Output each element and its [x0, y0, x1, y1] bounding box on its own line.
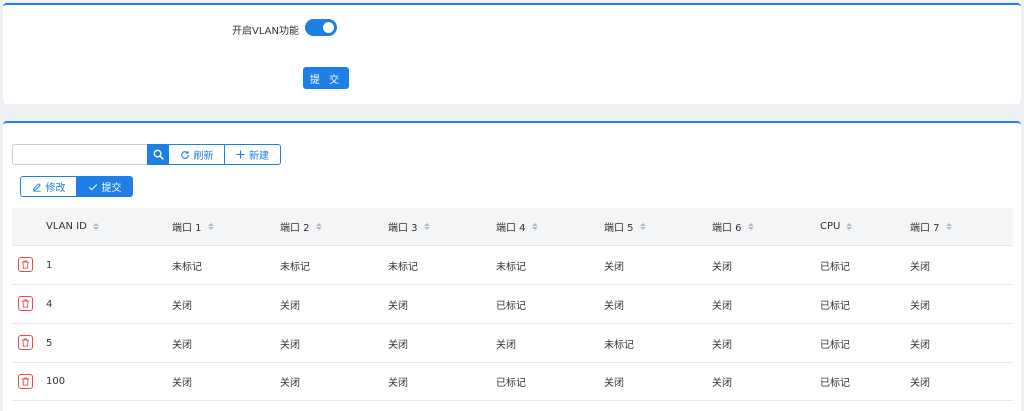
table-cell: 关闭 — [910, 261, 930, 273]
table-cell: 关闭 — [604, 300, 624, 312]
table-cell: 100 — [46, 376, 66, 387]
sort-icon — [846, 223, 853, 230]
table-cell: 关闭 — [280, 378, 300, 389]
table-cell: 关闭 — [172, 300, 192, 312]
column-header[interactable]: 端口 4 — [496, 208, 538, 245]
table-cell: 关闭 — [604, 378, 624, 389]
table-cell: 未标记 — [280, 261, 310, 273]
table-cell: 关闭 — [712, 300, 732, 312]
column-header[interactable]: 端口 3 — [388, 208, 430, 245]
table-cell: 关闭 — [280, 300, 300, 312]
delete-row-button[interactable] — [18, 296, 33, 311]
column-header[interactable]: 端口 1 — [172, 208, 214, 245]
plus-icon — [236, 150, 245, 159]
vlan-enable-switch[interactable] — [305, 19, 337, 36]
vlan-table: VLAN ID 端口 1 端口 2 端口 3 端口 4 端口 5 端口 6 CP… — [12, 208, 1013, 401]
table-cell: 未标记 — [604, 339, 634, 351]
vlan-table-panel: 刷新 新建 修改 提交 VLAN ID 端口 1 端口 2 端口 3 端口 4 … — [3, 121, 1021, 411]
table-cell: 关闭 — [280, 339, 300, 351]
vlan-settings-panel: 开启VLAN功能 提 交 — [3, 3, 1021, 104]
refresh-button[interactable]: 刷新 — [168, 144, 225, 165]
table-row: 100 关闭 关闭 关闭 已标记 关闭 关闭 已标记 关闭 — [12, 362, 1013, 401]
table-cell: 4 — [46, 298, 53, 310]
table-cell: 已标记 — [820, 378, 850, 389]
table-cell: 关闭 — [712, 261, 732, 273]
refresh-label: 刷新 — [193, 151, 214, 162]
commit-label: 提交 — [101, 183, 122, 194]
refresh-icon — [180, 150, 189, 159]
vlan-enable-label: 开启VLAN功能 — [232, 26, 299, 37]
trash-icon — [21, 299, 30, 308]
column-header[interactable]: 端口 7 — [910, 208, 952, 245]
table-cell: 5 — [46, 337, 53, 349]
column-header[interactable]: CPU — [820, 208, 853, 245]
column-header[interactable]: 端口 5 — [604, 208, 646, 245]
table-cell: 关闭 — [910, 378, 930, 389]
edit-button[interactable]: 修改 — [20, 176, 77, 197]
table-cell: 1 — [46, 259, 53, 271]
edit-icon — [32, 182, 41, 192]
table-cell: 关闭 — [496, 339, 516, 351]
column-header[interactable]: VLAN ID — [46, 208, 99, 245]
table-cell: 已标记 — [820, 261, 850, 273]
table-cell: 未标记 — [496, 261, 526, 273]
sort-icon — [207, 223, 214, 230]
sort-icon — [92, 223, 99, 230]
delete-row-button[interactable] — [18, 374, 33, 389]
table-cell: 已标记 — [496, 300, 526, 312]
trash-icon — [21, 338, 30, 347]
table-cell: 关闭 — [910, 339, 930, 351]
sort-icon — [531, 223, 538, 230]
table-cell: 已标记 — [496, 378, 526, 389]
table-cell: 关闭 — [910, 300, 930, 312]
sort-icon — [945, 223, 952, 230]
table-cell: 已标记 — [820, 339, 850, 351]
trash-icon — [21, 260, 30, 269]
table-cell: 关闭 — [712, 339, 732, 351]
table-header: VLAN ID 端口 1 端口 2 端口 3 端口 4 端口 5 端口 6 CP… — [12, 208, 1013, 245]
table-row: 5 关闭 关闭 关闭 关闭 未标记 关闭 已标记 关闭 — [12, 323, 1013, 362]
search-icon — [153, 149, 164, 160]
edit-label: 修改 — [45, 183, 66, 194]
table-cell: 关闭 — [388, 300, 408, 312]
sort-icon — [315, 223, 322, 230]
table-cell: 关闭 — [172, 378, 192, 389]
table-cell: 关闭 — [388, 378, 408, 389]
delete-row-button[interactable] — [18, 257, 33, 272]
search-input[interactable] — [12, 144, 148, 165]
table-cell: 关闭 — [712, 378, 732, 389]
trash-icon — [21, 377, 30, 386]
delete-row-button[interactable] — [18, 335, 33, 350]
column-header[interactable]: 端口 6 — [712, 208, 754, 245]
sort-icon — [423, 223, 430, 230]
table-cell: 未标记 — [172, 261, 202, 273]
table-cell: 已标记 — [820, 300, 850, 312]
sort-icon — [639, 223, 646, 230]
table-cell: 未标记 — [388, 261, 418, 273]
table-row: 4 关闭 关闭 关闭 已标记 关闭 关闭 已标记 关闭 — [12, 284, 1013, 323]
sort-icon — [747, 223, 754, 230]
check-icon — [88, 183, 97, 191]
new-label: 新建 — [249, 151, 269, 162]
commit-button[interactable]: 提交 — [76, 176, 133, 197]
vlan-submit-button[interactable]: 提 交 — [303, 67, 349, 89]
table-row: 1 未标记 未标记 未标记 未标记 关闭 关闭 已标记 关闭 — [12, 245, 1013, 284]
new-button[interactable]: 新建 — [224, 144, 281, 165]
search-button[interactable] — [147, 144, 169, 165]
switch-knob — [323, 22, 334, 33]
table-cell: 关闭 — [172, 339, 192, 351]
column-header[interactable]: 端口 2 — [280, 208, 322, 245]
table-cell: 关闭 — [388, 339, 408, 351]
table-cell: 关闭 — [604, 261, 624, 273]
